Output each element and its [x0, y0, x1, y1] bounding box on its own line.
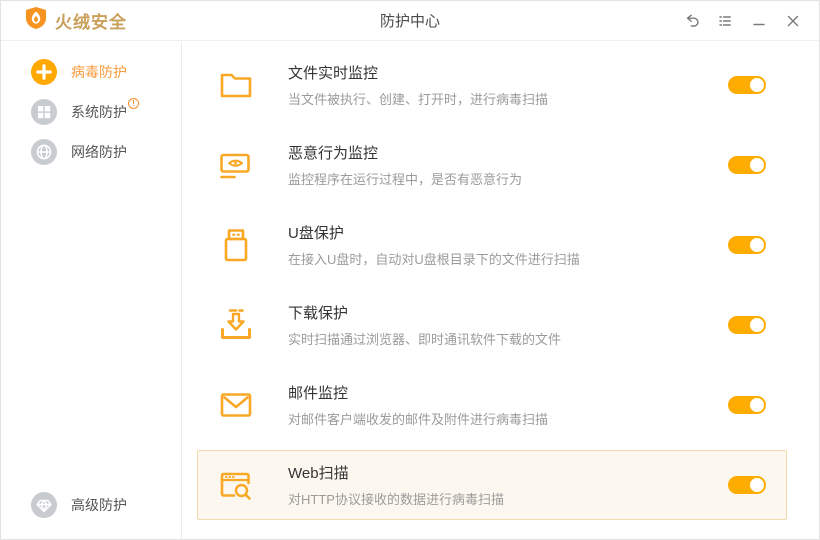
toggle-download-protection[interactable]	[728, 316, 766, 334]
toggle-knob	[750, 238, 764, 252]
toggle-knob	[750, 158, 764, 172]
feature-title: 邮件监控	[288, 382, 728, 403]
web-scan-icon	[218, 467, 254, 503]
protection-feature-list: 文件实时监控 当文件被执行、创建、打开时，进行病毒扫描 恶意行为监控 监控程序在…	[183, 42, 819, 539]
toggle-web-scan[interactable]	[728, 476, 766, 494]
log-list-icon[interactable]	[711, 8, 739, 34]
usb-drive-icon	[218, 227, 254, 263]
mail-icon	[218, 387, 254, 423]
feature-title: 文件实时监控	[288, 62, 728, 83]
sidebar-item-virus-protection[interactable]: 病毒防护	[1, 52, 181, 92]
feature-text: 下载保护 实时扫描通过浏览器、即时通讯软件下载的文件	[288, 302, 728, 348]
toggle-usb-protection[interactable]	[728, 236, 766, 254]
toggle-knob	[750, 78, 764, 92]
download-icon	[218, 307, 254, 343]
feature-text: 恶意行为监控 监控程序在运行过程中，是否有恶意行为	[288, 142, 728, 188]
system-grid-icon	[31, 99, 57, 125]
feature-title: 下载保护	[288, 302, 728, 323]
feature-text: 文件实时监控 当文件被执行、创建、打开时，进行病毒扫描	[288, 62, 728, 108]
feature-title: Web扫描	[288, 462, 728, 483]
feature-desc: 对邮件客户端收发的邮件及附件进行病毒扫描	[288, 409, 728, 428]
app-logo: 火绒安全	[1, 6, 127, 35]
feature-row-behavior-monitor[interactable]: 恶意行为监控 监控程序在运行过程中，是否有恶意行为	[197, 130, 787, 200]
window-controls	[677, 8, 819, 34]
sidebar: 病毒防护 系统防护! 网络防护	[1, 42, 182, 539]
feature-desc: 在接入U盘时，自动对U盘根目录下的文件进行扫描	[288, 249, 728, 268]
feature-text: 邮件监控 对邮件客户端收发的邮件及附件进行病毒扫描	[288, 382, 728, 428]
toggle-mail-monitor[interactable]	[728, 396, 766, 414]
feature-row-web-scan[interactable]: Web扫描 对HTTP协议接收的数据进行病毒扫描	[197, 450, 787, 520]
feature-text: U盘保护 在接入U盘时，自动对U盘根目录下的文件进行扫描	[288, 222, 728, 268]
network-globe-icon	[31, 139, 57, 165]
feature-desc: 实时扫描通过浏览器、即时通讯软件下载的文件	[288, 329, 728, 348]
toggle-knob	[750, 478, 764, 492]
feature-title: 恶意行为监控	[288, 142, 728, 163]
minimize-icon[interactable]	[745, 8, 773, 34]
sidebar-item-advanced-protection[interactable]: 高级防护	[1, 485, 181, 525]
feature-row-download-protection[interactable]: 下载保护 实时扫描通过浏览器、即时通讯软件下载的文件	[197, 290, 787, 360]
feature-text: Web扫描 对HTTP协议接收的数据进行病毒扫描	[288, 462, 728, 508]
alert-badge: !	[128, 98, 139, 109]
feature-row-file-monitor[interactable]: 文件实时监控 当文件被执行、创建、打开时，进行病毒扫描	[197, 50, 787, 120]
toggle-knob	[750, 318, 764, 332]
app-name: 火绒安全	[55, 8, 127, 33]
toggle-behavior-monitor[interactable]	[728, 156, 766, 174]
toggle-file-monitor[interactable]	[728, 76, 766, 94]
toggle-knob	[750, 398, 764, 412]
folder-icon	[218, 67, 254, 103]
close-icon[interactable]	[779, 8, 807, 34]
undo-icon[interactable]	[677, 8, 705, 34]
feature-row-usb-protection[interactable]: U盘保护 在接入U盘时，自动对U盘根目录下的文件进行扫描	[197, 210, 787, 280]
sidebar-item-label: 网络防护	[71, 142, 127, 162]
sidebar-item-label: 病毒防护	[71, 62, 127, 82]
monitor-eye-icon	[218, 147, 254, 183]
sidebar-item-system-protection[interactable]: 系统防护!	[1, 92, 181, 132]
feature-desc: 监控程序在运行过程中，是否有恶意行为	[288, 169, 728, 188]
sidebar-item-network-protection[interactable]: 网络防护	[1, 132, 181, 172]
feature-title: U盘保护	[288, 222, 728, 243]
feature-desc: 当文件被执行、创建、打开时，进行病毒扫描	[288, 89, 728, 108]
sidebar-item-label: 系统防护!	[71, 102, 139, 122]
sidebar-item-label: 高级防护	[71, 495, 127, 515]
virus-shield-icon	[31, 59, 57, 85]
feature-row-mail-monitor[interactable]: 邮件监控 对邮件客户端收发的邮件及附件进行病毒扫描	[197, 370, 787, 440]
feature-desc: 对HTTP协议接收的数据进行病毒扫描	[288, 489, 728, 508]
titlebar: 火绒安全 防护中心	[1, 1, 819, 41]
advanced-diamond-icon	[31, 492, 57, 518]
shield-flame-icon	[25, 6, 47, 35]
